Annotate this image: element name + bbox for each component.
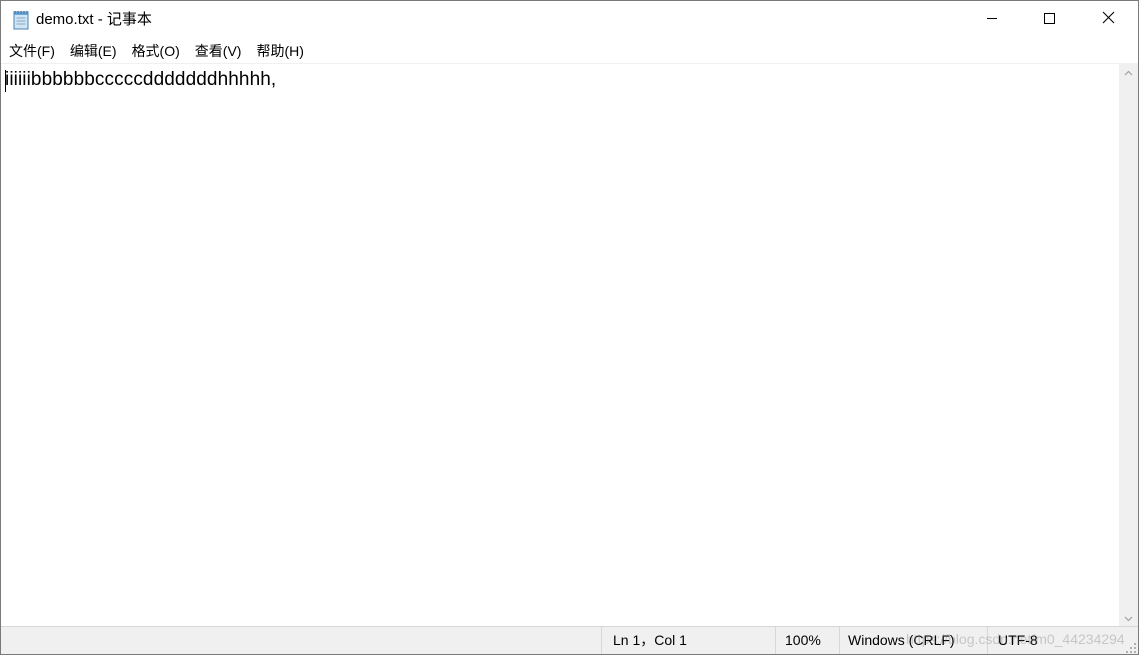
menu-bar: 文件(F) 编辑(E) 格式(O) 查看(V) 帮助(H) (1, 39, 1138, 63)
editor-content[interactable]: iiiiiibbbbbbcccccdddddddhhhhh, (5, 69, 276, 91)
scroll-down-button[interactable] (1119, 609, 1138, 626)
status-bar: Ln 1，Col 1 100% Windows (CRLF) UTF-8 (1, 626, 1138, 654)
window-title: demo.txt - 记事本 (36, 11, 152, 28)
minimize-button[interactable] (969, 1, 1015, 39)
resize-grip-icon[interactable] (1125, 641, 1137, 653)
minimize-icon (986, 11, 998, 29)
encoding: UTF-8 (987, 627, 1138, 654)
zoom-level: 100% (775, 627, 839, 654)
line-ending: Windows (CRLF) (839, 627, 987, 654)
menu-format[interactable]: 格式(O) (124, 39, 187, 63)
menu-view[interactable]: 查看(V) (187, 39, 249, 63)
maximize-icon (1043, 11, 1055, 29)
notepad-icon[interactable] (12, 10, 30, 30)
chevron-up-icon (1124, 63, 1133, 81)
vertical-scrollbar[interactable] (1119, 63, 1138, 626)
notepad-window: demo.txt - 记事本 文件(F) 编辑(E) 格式(O) 查看(V) 帮… (0, 0, 1139, 655)
text-caret (5, 70, 6, 92)
maximize-button[interactable] (1026, 1, 1072, 39)
close-button[interactable] (1085, 1, 1131, 39)
menu-help[interactable]: 帮助(H) (248, 39, 310, 63)
title-bar[interactable]: demo.txt - 记事本 (1, 1, 1138, 39)
text-editor[interactable]: iiiiiibbbbbbcccccdddddddhhhhh, (1, 63, 1119, 626)
menu-file[interactable]: 文件(F) (1, 39, 62, 63)
chevron-down-icon (1124, 609, 1133, 627)
cursor-position: Ln 1，Col 1 (601, 627, 775, 654)
close-icon (1102, 11, 1115, 29)
scroll-up-button[interactable] (1119, 63, 1138, 80)
menu-edit[interactable]: 编辑(E) (62, 39, 124, 63)
